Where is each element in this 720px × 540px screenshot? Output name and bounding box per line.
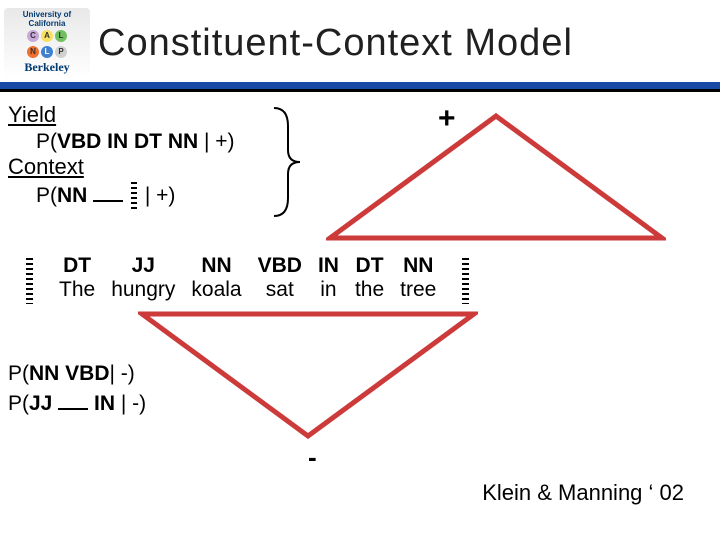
pos-tag: DT bbox=[355, 254, 384, 278]
text: P( bbox=[8, 392, 29, 415]
header: University of California C A L N L P Ber… bbox=[0, 0, 720, 78]
logo-berkeley: Berkeley bbox=[24, 60, 69, 75]
berkeley-logo: University of California C A L N L P Ber… bbox=[4, 8, 90, 78]
logo-letter: L bbox=[55, 30, 67, 42]
neg-prob-context: P(JJ IN | -) bbox=[8, 392, 146, 416]
header-rule bbox=[0, 82, 720, 92]
word: hungry bbox=[111, 278, 175, 302]
neg-probs: P(NN VBD| -) P(JJ IN | -) bbox=[8, 362, 146, 422]
text: | +) bbox=[139, 184, 175, 207]
token-col: INin bbox=[318, 254, 339, 302]
dotted-bar bbox=[131, 182, 137, 210]
logo-letter: P bbox=[55, 46, 67, 58]
logo-letter: N bbox=[27, 46, 39, 58]
yield-span: VBD IN DT NN bbox=[57, 130, 198, 153]
text: | -) bbox=[110, 362, 135, 385]
word: The bbox=[59, 278, 95, 302]
slide-title: Constituent-Context Model bbox=[98, 22, 573, 65]
token-col: DTThe bbox=[59, 254, 95, 302]
sentence-row: DTThe JJhungry NNkoala VBDsat INin DTthe… bbox=[18, 254, 712, 304]
logo-university: University of California bbox=[4, 11, 90, 28]
word: in bbox=[318, 278, 339, 302]
token-col: DTthe bbox=[355, 254, 384, 302]
neg-prob-yield: P(NN VBD| -) bbox=[8, 362, 146, 386]
word: tree bbox=[400, 278, 436, 302]
triangle-down-icon bbox=[138, 310, 478, 440]
triangle-up-icon bbox=[326, 112, 666, 242]
blank-underscore bbox=[58, 408, 88, 410]
text: | -) bbox=[115, 392, 146, 415]
text: P( bbox=[36, 184, 57, 207]
token-col: NNkoala bbox=[191, 254, 241, 302]
brace-icon bbox=[266, 106, 306, 218]
neg-left: JJ bbox=[29, 392, 52, 415]
word: the bbox=[355, 278, 384, 302]
slide-body: Yield P(VBD IN DT NN | +) Context P(NN |… bbox=[8, 102, 712, 210]
text: P( bbox=[36, 130, 57, 153]
token-col: NNtree bbox=[400, 254, 436, 302]
pos-tag: DT bbox=[59, 254, 95, 278]
pos-tag: NN bbox=[191, 254, 241, 278]
pos-tag: VBD bbox=[258, 254, 302, 278]
logo-letter: C bbox=[27, 30, 39, 42]
text: | +) bbox=[198, 130, 234, 153]
token-col: JJhungry bbox=[111, 254, 175, 302]
logo-letter: L bbox=[41, 46, 53, 58]
pos-tag: NN bbox=[400, 254, 436, 278]
minus-symbol: - bbox=[308, 442, 317, 473]
neg-span: NN VBD bbox=[29, 362, 110, 385]
pos-tag: IN bbox=[318, 254, 339, 278]
text: P( bbox=[8, 362, 29, 385]
dotted-bar-icon bbox=[26, 258, 33, 304]
word: sat bbox=[258, 278, 302, 302]
neg-right: IN bbox=[94, 392, 115, 415]
context-left: NN bbox=[57, 184, 87, 207]
logo-letter: A bbox=[41, 30, 53, 42]
blank-underscore bbox=[93, 200, 123, 202]
pos-tag: JJ bbox=[111, 254, 175, 278]
citation: Klein & Manning ‘ 02 bbox=[482, 480, 684, 506]
word: koala bbox=[191, 278, 241, 302]
dotted-bar-icon bbox=[462, 258, 469, 304]
token-col: VBDsat bbox=[258, 254, 302, 302]
